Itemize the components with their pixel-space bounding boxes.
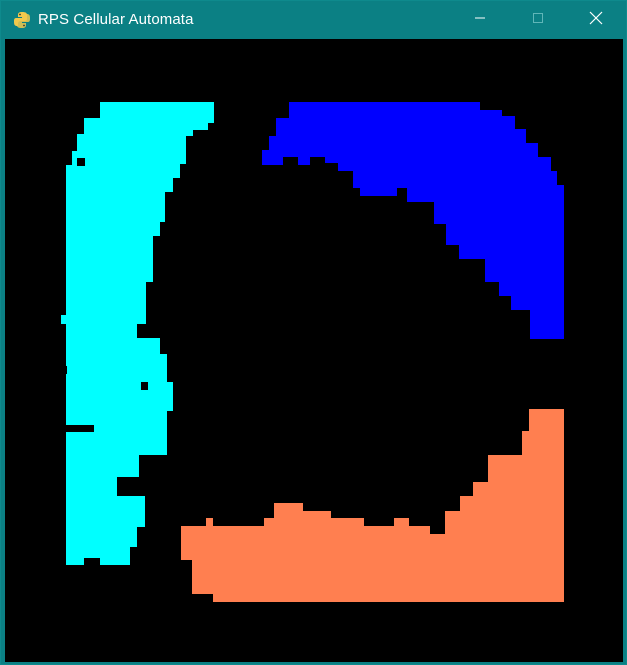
blue-region-gap	[491, 102, 499, 110]
blue-region	[262, 102, 564, 339]
app-window: RPS Cellular Automata	[0, 0, 627, 665]
orange-region-gap	[440, 501, 448, 511]
close-button[interactable]	[573, 1, 619, 39]
cyan-region	[61, 102, 214, 565]
cyan-region-gap	[66, 425, 94, 432]
title-bar[interactable]: RPS Cellular Automata	[1, 1, 626, 39]
minimize-icon	[474, 11, 486, 29]
maximize-button[interactable]	[515, 1, 561, 39]
cyan-region-gap	[61, 366, 67, 374]
cyan-region-gap	[141, 382, 148, 390]
close-icon	[589, 11, 603, 30]
simulation-canvas[interactable]	[5, 39, 623, 662]
cyan-region-gap	[77, 158, 85, 166]
window-title: RPS Cellular Automata	[38, 11, 194, 28]
minimize-button[interactable]	[457, 1, 503, 39]
automata-grid	[61, 102, 564, 602]
orange-region	[181, 409, 564, 602]
maximize-icon	[532, 11, 544, 29]
python-icon	[13, 11, 31, 29]
